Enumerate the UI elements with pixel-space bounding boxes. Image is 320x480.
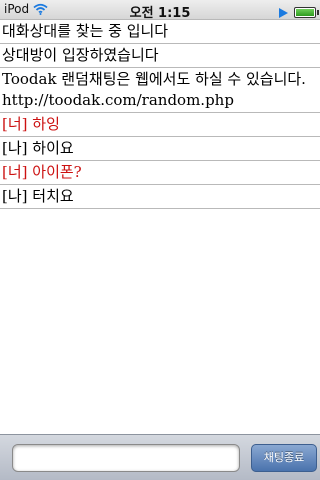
battery-tip [317, 10, 319, 15]
status-bar: iPod 오전 1:15 [0, 0, 320, 21]
end-chat-button[interactable]: 채팅종료 [251, 444, 317, 472]
chat-line-partner: [너] 아이폰? [0, 161, 320, 185]
chat-line-me: [나] 하이요 [0, 137, 320, 161]
input-bar: 채팅종료 [0, 434, 320, 480]
message-input[interactable] [12, 444, 240, 472]
chat-line-system: 대화상대를 찾는 중 입니다 [0, 20, 320, 44]
chat-log: 대화상대를 찾는 중 입니다 상대방이 입장하였습니다 Toodak 랜덤채팅은 웹… [0, 20, 320, 434]
chat-line-system: Toodak 랜덤채팅은 웹에서도 하실 수 있습니다. http://tood… [0, 68, 320, 113]
chat-line-me: [나] 터치요 [0, 185, 320, 209]
status-time: 오전 1:15 [129, 6, 191, 21]
battery-fill [296, 9, 314, 16]
chat-line-system: 상대방이 입장하였습니다 [0, 44, 320, 68]
battery-icon [294, 7, 319, 18]
chat-line-partner: [너] 하잉 [0, 113, 320, 137]
